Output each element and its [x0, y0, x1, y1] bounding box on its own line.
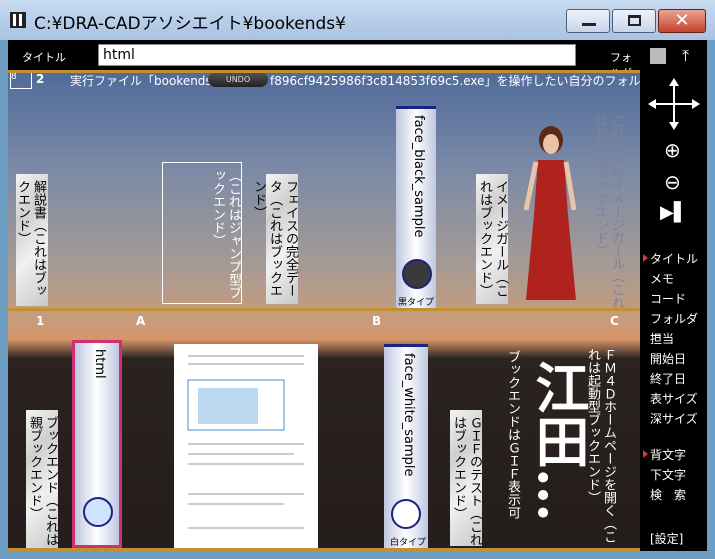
shelf-edge-bottom [8, 548, 640, 551]
book-face-black-sample[interactable]: face_black_sample 黒タイプ [396, 106, 436, 308]
black-face-icon [402, 259, 432, 289]
book-face-white-sample[interactable]: face_white_sample 白タイプ [384, 344, 428, 548]
book-face-data[interactable]: フェイスの完全データ（これはブックエンド） [251, 174, 298, 304]
row-label: A [136, 314, 146, 328]
settings-button[interactable]: [設定] [650, 530, 683, 547]
gif-note-label: ブックエンドはＧＩＦ表示可 [505, 350, 520, 519]
undo-button[interactable]: UNDO [208, 72, 268, 87]
status-message: 実行ファイル「bookends [70, 74, 212, 88]
maximize-button[interactable] [612, 9, 656, 33]
book-title: face_white_sample [401, 353, 416, 477]
move-arrows-icon[interactable] [646, 76, 702, 132]
play-icon[interactable]: ▶▌ [660, 202, 688, 223]
client-area: タイトル フォルダ 8 2 実行ファイル「bookends f896cf9425… [8, 40, 707, 551]
book-title: 解説書 [31, 180, 46, 219]
export-icon[interactable]: ⤒ [682, 46, 689, 66]
title-input[interactable] [98, 44, 576, 66]
book-image-girl-label: イメージガール（これはブックエンド） [476, 180, 508, 304]
title-bar-row: タイトル フォルダ [8, 40, 640, 80]
book-html[interactable]: html [72, 340, 122, 548]
book-title: ＧＩＦのテスト [467, 416, 482, 507]
row-label: 1 [36, 314, 45, 328]
face-icon [83, 497, 113, 527]
book-title: face_black_sample [411, 115, 426, 238]
stop-icon[interactable] [650, 48, 666, 64]
menu-search[interactable]: 検 索 [650, 486, 686, 503]
row-label: B [372, 314, 382, 328]
book-title: イメージガール [493, 180, 508, 271]
close-icon: ✕ [674, 10, 690, 31]
menu-title[interactable]: タイトル [650, 250, 698, 267]
book-gif-test[interactable]: ＧＩＦのテスト（これはブックエンド） [450, 410, 482, 546]
book-title: html [92, 349, 107, 379]
window-title: C:¥DRA-CADアソシエイト¥bookends¥ [34, 14, 346, 34]
calligraphy-image: 江田… [526, 360, 590, 522]
menu-end-date[interactable]: 終了日 [650, 370, 686, 387]
menu-memo[interactable]: メモ [650, 270, 674, 287]
book-jump-bookend[interactable]: （これはジャンプ型ブックエンド） [162, 162, 242, 304]
title-label: タイトル [22, 51, 66, 64]
right-sidebar: ⤒ ⊕ ⊖ ▶▌ タイトル メモ コード フォルダー 担当 開始日 終了日 表サ… [640, 40, 707, 551]
app-icon [10, 12, 26, 28]
white-face-icon [391, 499, 421, 529]
link-title: ＦＭ４Ｄホームページを開く [601, 348, 616, 517]
window-titlebar: C:¥DRA-CADアソシエイト¥bookends¥ ✕ [0, 0, 715, 40]
menu-owner[interactable]: 担当 [650, 330, 674, 347]
close-button[interactable]: ✕ [658, 9, 706, 33]
shelf-edge-middle [8, 308, 640, 311]
book-subtitle: （これはブックエンド） [251, 180, 282, 297]
row-label: C [610, 314, 619, 328]
menu-marker-icon [643, 450, 648, 458]
book-face-data-label: フェイスの完全データ（これはブックエンド） [251, 180, 298, 304]
menu-depth-size[interactable]: 深サイズ [650, 410, 698, 427]
maximize-icon [628, 15, 641, 26]
zoom-out-icon[interactable]: ⊖ [664, 170, 681, 194]
menu-marker-icon [643, 254, 648, 262]
book-manual-label: 解説書（これはブックエンド） [15, 180, 46, 306]
book-parent-bookend-label: ブックエンド（これは親ブックエンド） [26, 416, 58, 548]
shelf-edge-top [8, 70, 640, 73]
book-parent-bookend[interactable]: ブックエンド（これは親ブックエンド） [26, 410, 58, 548]
status-message-bar: 8 2 実行ファイル「bookends f896cf9425986f3c8148… [8, 70, 640, 90]
book-title: ブックエンド [43, 416, 58, 494]
book-image-girl[interactable]: イメージガール（これはブックエンド） [476, 174, 508, 304]
menu-start-date[interactable]: 開始日 [650, 350, 686, 367]
zoom-in-icon[interactable]: ⊕ [664, 138, 681, 162]
book-title: （これはジャンプ型ブックエンド） [210, 169, 241, 299]
bookshelf-scene: 8 2 実行ファイル「bookends f896cf9425986f3c8148… [8, 70, 640, 551]
status-message-tail: f896cf9425986f3c814853f69c5.exe」を操作したい自分… [270, 74, 640, 88]
counter-value: 8 [11, 72, 17, 82]
caption-title: これは誰のイメージガール [609, 114, 624, 270]
menu-face-size[interactable]: 表サイズ [650, 390, 698, 407]
image-girl-figure[interactable] [516, 120, 586, 310]
page-counter: 8 [10, 71, 32, 89]
menu-code[interactable]: コード [650, 290, 686, 307]
minimize-button[interactable] [566, 9, 610, 33]
book-caption: 黒タイプ [398, 298, 435, 308]
image-girl-caption: これは誰のイメージガール（これは起動型ブックエンド） [592, 114, 624, 314]
book-manual[interactable]: 解説書（これはブックエンド） [15, 174, 48, 306]
book-caption: 白タイプ [390, 538, 427, 548]
shelf-index: 2 [36, 72, 45, 86]
minimize-icon [582, 23, 596, 26]
book-gif-test-label: ＧＩＦのテスト（これはブックエンド） [450, 416, 482, 546]
document-preview[interactable] [174, 344, 318, 548]
menu-spine-text[interactable]: 背文字 [650, 446, 686, 463]
menu-bottom-text[interactable]: 下文字 [650, 466, 686, 483]
